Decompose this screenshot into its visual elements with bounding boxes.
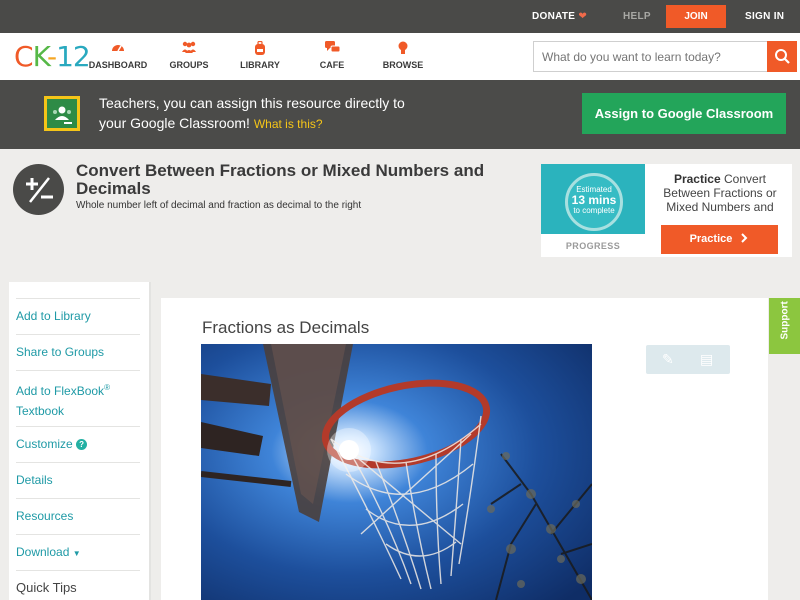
practice-button-label: Practice <box>689 233 733 245</box>
registered-mark: ® <box>104 383 110 392</box>
nav-groups[interactable]: GROUPS <box>167 41 211 70</box>
progress-label: PROGRESS <box>565 241 621 251</box>
sidebar-item-add-to-flexbook[interactable]: Add to FlexBook® Textbook <box>16 370 140 421</box>
sidebar-item-share-to-groups[interactable]: Share to Groups <box>16 334 140 362</box>
banner-line-1: Teachers, you can assign this resource d… <box>99 95 405 111</box>
banner-message: Teachers, you can assign this resource d… <box>99 93 405 134</box>
nav-cafe[interactable]: CAFE <box>315 41 349 70</box>
assign-to-google-classroom-button[interactable]: Assign to Google Classroom <box>582 93 786 134</box>
support-tab[interactable]: Support <box>769 298 800 354</box>
nav-library-label: LIBRARY <box>240 60 280 70</box>
chevron-right-icon <box>741 233 748 243</box>
customize-label: Customize <box>16 437 73 451</box>
sidebar-quick-tips[interactable]: Quick Tips <box>16 570 140 598</box>
search-button[interactable] <box>767 41 797 72</box>
basketball-hoop-image <box>201 344 592 600</box>
search-box <box>533 41 797 72</box>
sign-in-link[interactable]: SIGN IN <box>745 11 784 22</box>
support-label: Support <box>779 301 791 340</box>
flexbook-label: Add to FlexBook <box>16 384 105 398</box>
download-label: Download <box>16 545 70 559</box>
sidebar: Add to Library Share to Groups Add to Fl… <box>9 282 151 600</box>
content-title: Fractions as Decimals <box>202 318 370 337</box>
heart-icon: ❤ <box>578 11 588 22</box>
notes-document-icon[interactable]: ▤ <box>700 351 713 368</box>
sidebar-item-add-to-library[interactable]: Add to Library <box>16 298 140 326</box>
dashboard-gauge-icon <box>88 41 148 57</box>
nav-dashboard-label: DASHBOARD <box>88 60 148 70</box>
edit-pencil-icon[interactable]: ✎ <box>662 351 674 368</box>
google-classroom-icon <box>44 96 80 131</box>
donate-link[interactable]: DONATE ❤ <box>532 11 587 22</box>
sidebar-item-resources[interactable]: Resources <box>16 498 140 526</box>
practice-card: Estimated 13 mins to complete PROGRESS P… <box>541 164 792 257</box>
logo-dash: - <box>46 40 57 73</box>
nav-browse[interactable]: BROWSE <box>380 41 426 70</box>
logo-number: 12 <box>56 40 91 73</box>
flexbook-label-2: Textbook <box>16 404 65 418</box>
nav-browse-label: BROWSE <box>382 60 424 70</box>
practice-description: Practice Convert Between Fractions or Mi… <box>654 172 786 214</box>
banner-line-2: your Google Classroom! <box>99 115 250 131</box>
practice-button[interactable]: Practice <box>661 225 778 254</box>
browse-lightbulb-icon <box>380 41 426 57</box>
content-panel: Fractions as Decimals ✎ ▤ <box>161 298 768 600</box>
progress-panel: Estimated 13 mins to complete <box>541 164 645 234</box>
groups-people-icon <box>167 41 211 57</box>
estimated-time-badge: Estimated 13 mins to complete <box>565 173 623 231</box>
to-complete-label: to complete <box>573 206 615 215</box>
sidebar-item-details[interactable]: Details <box>16 462 140 490</box>
nav-library[interactable]: LIBRARY <box>238 40 282 70</box>
join-button[interactable]: JOIN <box>666 5 726 28</box>
donate-label: DONATE <box>532 11 576 22</box>
sidebar-item-customize[interactable]: Customize ? <box>16 426 140 454</box>
content-tools: ✎ ▤ <box>646 345 730 374</box>
main-nav: CK-12 DASHBOARD GROUPS LIBRARY CAFE BROW… <box>0 33 800 80</box>
nav-groups-label: GROUPS <box>169 60 209 70</box>
search-icon <box>775 49 790 64</box>
top-bar: DONATE ❤ HELP JOIN SIGN IN <box>0 0 800 33</box>
nav-cafe-label: CAFE <box>319 60 345 70</box>
nav-dashboard[interactable]: DASHBOARD <box>88 41 148 70</box>
page-subtitle: Whole number left of decimal and fractio… <box>76 200 362 211</box>
cafe-chat-icon <box>315 41 349 57</box>
help-link[interactable]: HELP <box>623 11 651 22</box>
sidebar-item-download[interactable]: Download ▼ <box>16 534 140 564</box>
practice-bold-label: Practice <box>673 172 721 186</box>
what-is-this-link[interactable]: What is this? <box>254 117 323 131</box>
caret-down-icon: ▼ <box>72 549 81 558</box>
logo-c: C <box>14 40 34 73</box>
plus-minus-icon <box>13 164 64 215</box>
ck12-logo[interactable]: CK-12 <box>14 40 91 73</box>
help-question-icon[interactable]: ? <box>76 439 88 450</box>
page-title: Convert Between Fractions or Mixed Numbe… <box>76 161 485 198</box>
search-input[interactable] <box>534 42 768 71</box>
logo-k: K <box>32 40 48 73</box>
estimated-minutes: 13 mins <box>571 193 617 207</box>
library-backpack-icon <box>238 40 282 57</box>
